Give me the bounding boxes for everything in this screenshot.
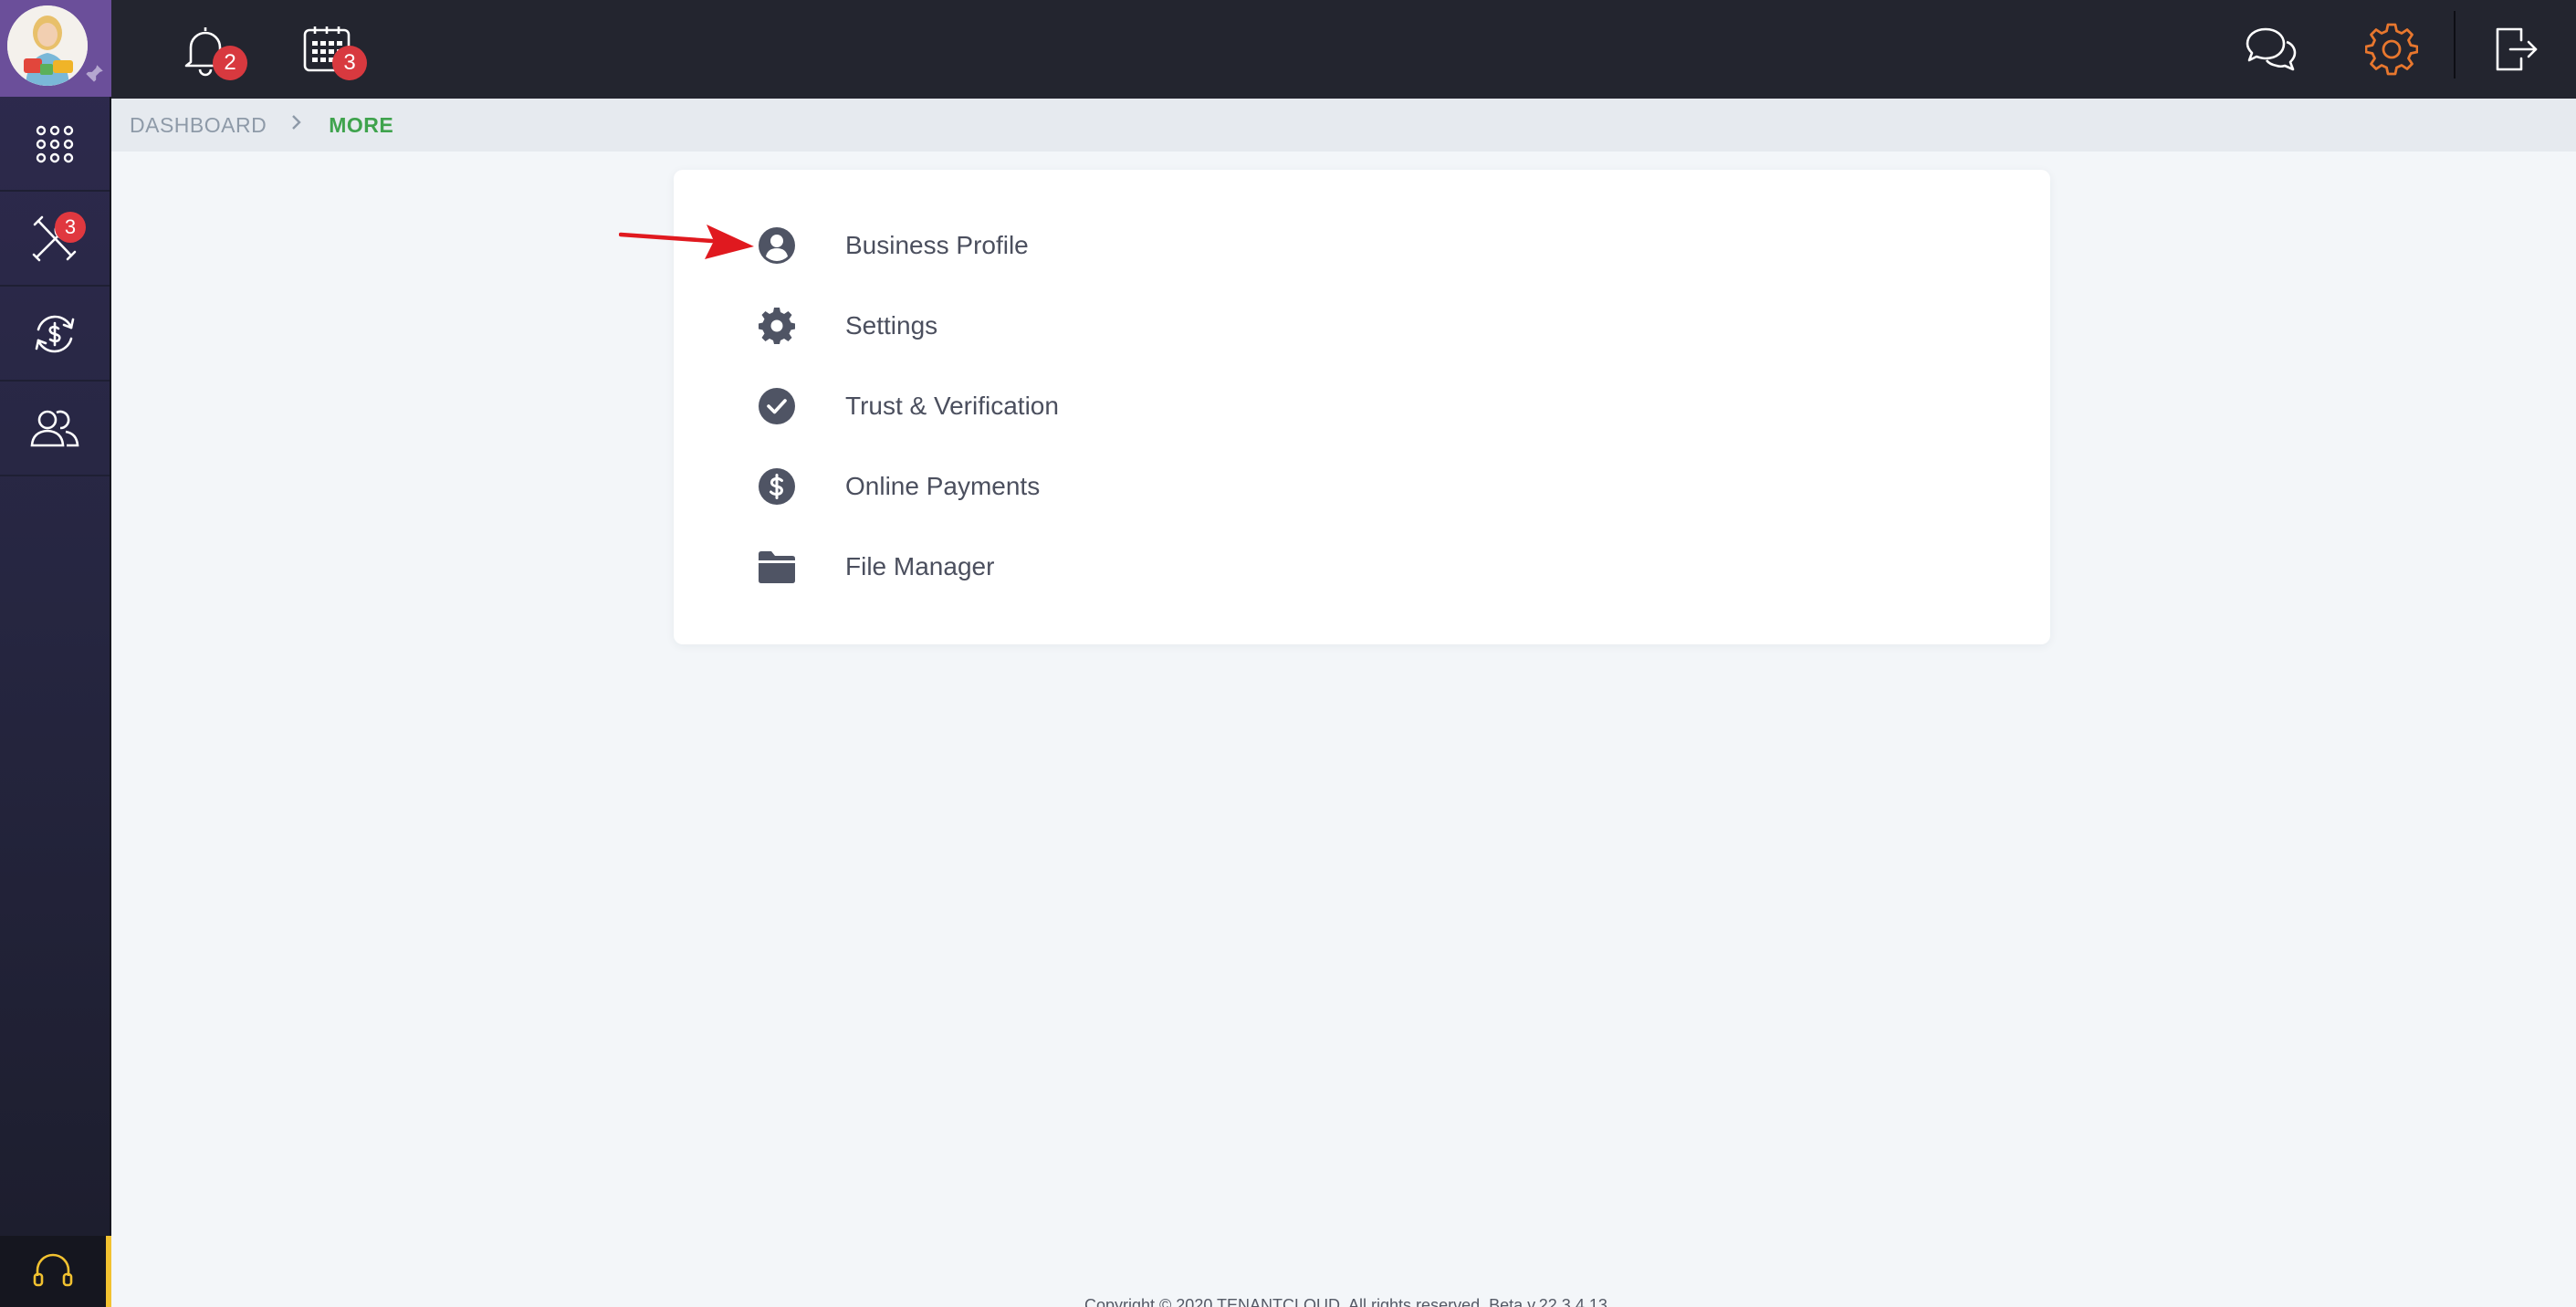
menu-item-label: Trust & Verification [845, 392, 1059, 420]
logout-icon [2496, 27, 2538, 71]
sidebar-item-payments[interactable] [0, 288, 110, 382]
chevron-right-icon [290, 112, 303, 138]
menu-item-label: Business Profile [845, 231, 1029, 259]
top-bar-divider [2454, 11, 2456, 78]
gear-icon [756, 305, 798, 347]
menu-item-online-payments[interactable]: Online Payments [674, 455, 1221, 518]
sidebar-item-maintenance[interactable]: 3 [0, 193, 110, 287]
grid-icon [36, 125, 74, 163]
menu-item-file-manager[interactable]: File Manager [674, 535, 1221, 599]
sidebar: 3 [0, 0, 111, 1307]
menu-item-label: File Manager [845, 552, 995, 580]
users-icon [30, 410, 79, 447]
gear-icon [2365, 23, 2418, 76]
notifications-badge: 2 [213, 46, 247, 80]
headset-icon [33, 1253, 73, 1287]
calendar-button[interactable]: 3 [294, 16, 367, 82]
more-menu-card: Business Profile Settings Trust & Verifi… [674, 170, 2050, 644]
footer-copyright: Copyright © 2020 TENANTCLOUD. All rights… [1084, 1296, 1607, 1307]
chat-icon [2246, 27, 2297, 71]
settings-button[interactable] [2359, 16, 2424, 82]
pin-icon[interactable] [82, 62, 106, 86]
support-button[interactable] [0, 1236, 111, 1307]
maintenance-badge: 3 [55, 212, 86, 243]
profile-section[interactable] [0, 0, 111, 97]
menu-item-label: Settings [845, 311, 938, 340]
menu-item-business-profile[interactable]: Business Profile [674, 214, 1221, 277]
breadcrumb: DASHBOARD MORE [111, 99, 2576, 152]
sidebar-item-apps[interactable] [0, 99, 110, 192]
folder-icon [756, 546, 798, 588]
menu-item-trust-verification[interactable]: Trust & Verification [674, 374, 1221, 438]
dollar-circle-icon [756, 465, 798, 507]
red-arrow-annotation [619, 225, 754, 259]
messages-button[interactable] [2238, 16, 2304, 82]
calendar-badge: 3 [332, 46, 367, 80]
user-circle-icon [756, 225, 798, 267]
breadcrumb-dashboard-link[interactable]: DASHBOARD [130, 113, 267, 138]
menu-item-label: Online Payments [845, 472, 1041, 500]
menu-item-settings[interactable]: Settings [674, 294, 1221, 358]
sidebar-item-people[interactable] [0, 383, 110, 476]
logout-button[interactable] [2483, 16, 2549, 82]
breadcrumb-current: MORE [329, 112, 394, 137]
avatar[interactable] [7, 5, 88, 86]
money-cycle-icon [35, 315, 75, 353]
top-bar: 2 3 [111, 0, 2576, 99]
notifications-button[interactable]: 2 [173, 16, 247, 82]
check-circle-icon [756, 385, 798, 427]
